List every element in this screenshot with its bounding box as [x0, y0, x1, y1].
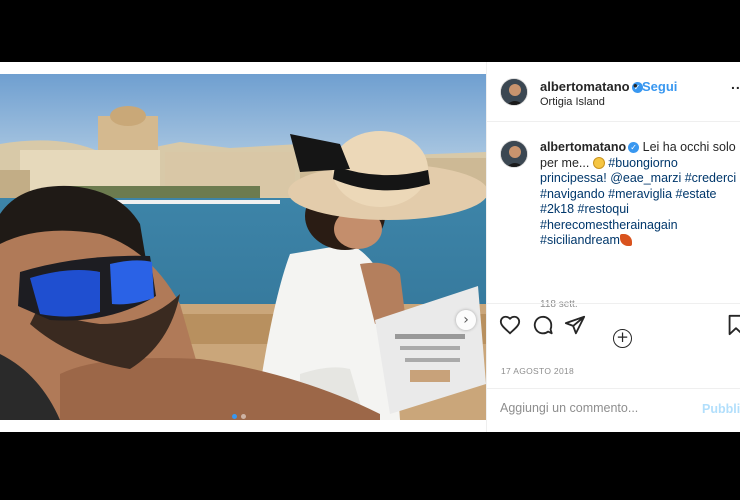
post-sidebar: albertomatano✓ • Segui Ortigia Island ..…	[486, 62, 740, 432]
location-link[interactable]: Ortigia Island	[540, 96, 605, 108]
more-options-icon[interactable]: ...	[731, 76, 740, 92]
avatar[interactable]	[500, 78, 528, 106]
username-text: albertomatano	[540, 79, 630, 94]
comment-icon[interactable]	[532, 314, 554, 336]
separator: •	[633, 78, 638, 93]
bookmark-icon[interactable]	[725, 314, 740, 336]
carousel-dot-active	[232, 414, 237, 419]
verified-badge-icon: ✓	[628, 142, 640, 153]
username-text: albertomatano	[540, 140, 627, 154]
carousel-next-button[interactable]: ›	[456, 310, 476, 330]
comment-bar: Pubblica	[487, 388, 740, 432]
follow-button[interactable]: Segui	[642, 79, 677, 94]
avatar-image	[501, 79, 527, 105]
post-caption: albertomatano ✓ Lei ha occhi solo per me.…	[540, 140, 740, 249]
share-icon[interactable]	[564, 314, 586, 336]
maple-leaf-emoji-icon	[619, 234, 632, 246]
avatar[interactable]	[500, 140, 528, 168]
caption-username[interactable]: albertomatano ✓	[540, 140, 640, 154]
carousel-dot	[241, 414, 246, 419]
post-date: 17 AGOSTO 2018	[501, 366, 575, 376]
caption-section: albertomatano ✓ Lei ha occhi solo per me.…	[487, 123, 740, 348]
heart-icon[interactable]	[499, 314, 521, 336]
action-bar	[487, 303, 740, 347]
post-image[interactable]: ›	[0, 74, 486, 420]
username-link[interactable]: albertomatano ✓	[540, 79, 643, 94]
avatar-image	[501, 141, 527, 167]
publish-button[interactable]: Pubblica	[702, 402, 740, 416]
mention-link[interactable]: @eae_marzi	[610, 171, 681, 185]
post-header: albertomatano✓ • Segui Ortigia Island ..…	[487, 62, 740, 122]
post-photo	[0, 74, 486, 420]
instagram-post-frame: › albertomatano ✓ • Segui Ortigia Island …	[0, 62, 740, 432]
face-emoji-icon	[592, 156, 605, 169]
carousel-indicator	[232, 414, 246, 419]
comment-input[interactable]	[500, 401, 690, 415]
